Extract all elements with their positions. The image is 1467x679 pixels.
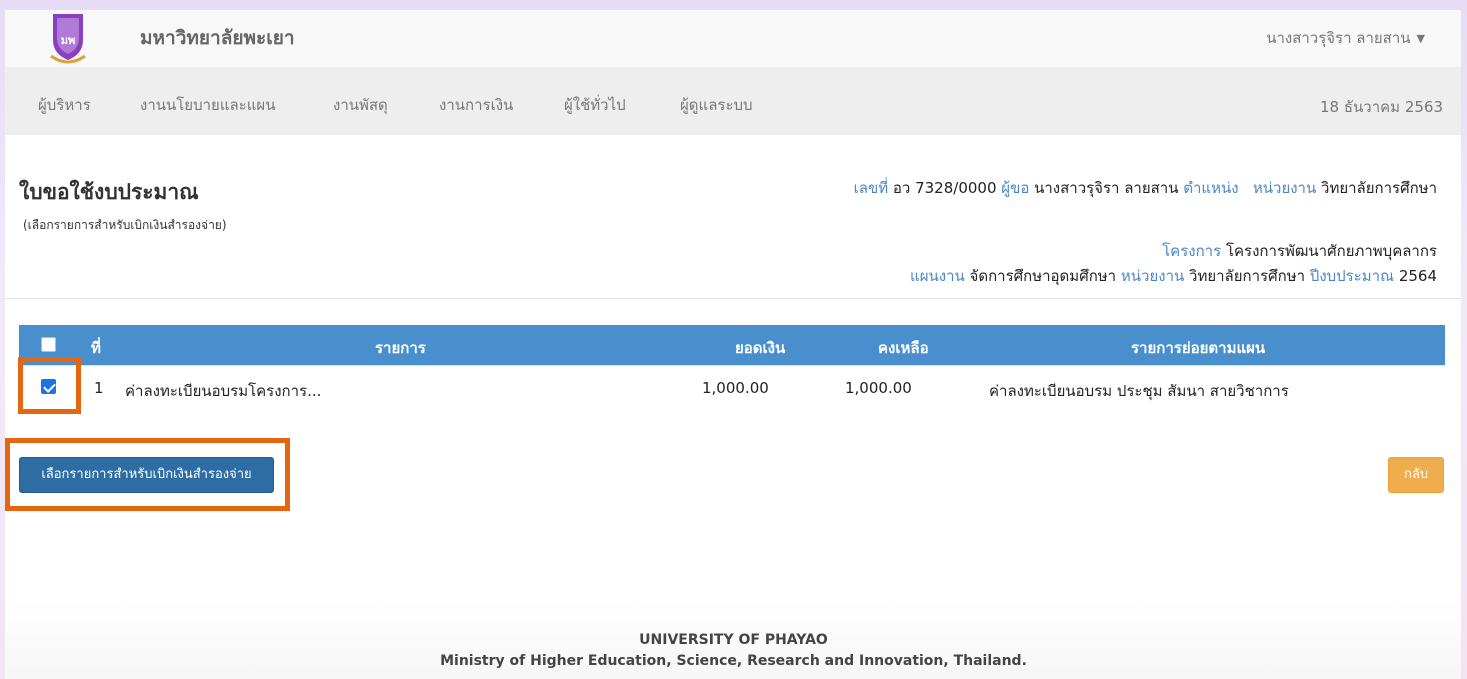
unit2-value: วิทยาลัยการศึกษา — [1189, 267, 1306, 285]
year-label: ปีงบประมาณ — [1309, 267, 1395, 285]
row-amount: 1,000.00 — [702, 379, 769, 397]
row-remaining: 1,000.00 — [845, 379, 912, 397]
year-value: 2564 — [1398, 267, 1437, 285]
nav-item-admin[interactable]: ผู้ดูแลระบบ — [680, 93, 753, 117]
header-item: รายการ — [375, 339, 426, 357]
footer-ministry: Ministry of Higher Education, Science, R… — [440, 653, 1027, 669]
page-subtitle: (เลือกรายการสำหรับเบิกเงินสำรองจ่าย) — [23, 218, 227, 232]
university-logo[interactable]: มพ — [45, 10, 91, 67]
table-row: 1 ค่าลงทะเบียนอบรมโครงการ... 1,000.00 1,… — [19, 365, 1445, 410]
select-all-checkbox[interactable] — [41, 337, 56, 352]
table-header: ที่ รายการ ยอดเงิน คงเหลือ รายการย่อยตาม… — [19, 325, 1445, 365]
svg-text:มพ: มพ — [61, 34, 76, 47]
page-frame: มพ มหาวิทยาลัยพะเยา นางสาวรุจิรา ลายสาน ▼… — [5, 10, 1461, 679]
nav-item-finance[interactable]: งานการเงิน — [439, 93, 513, 117]
user-menu[interactable]: นางสาวรุจิรา ลายสาน ▼ — [1266, 26, 1425, 50]
caret-down-icon: ▼ — [1416, 32, 1425, 45]
top-bar: มพ มหาวิทยาลัยพะเยา นางสาวรุจิรา ลายสาน ▼ — [5, 10, 1461, 67]
nav-item-policy-plan[interactable]: งานนโยบายและแผน — [140, 93, 275, 117]
row-subitem: ค่าลงทะเบียนอบรม ประชุม สัมนา สายวิชาการ — [989, 382, 1289, 400]
page-title: ใบขอใช้งบประมาณ — [19, 180, 199, 204]
meta-line-project: โครงการ โครงการพัฒนาศักยภาพบุคลากร — [1162, 239, 1437, 263]
project-value: โครงการพัฒนาศักยภาพบุคลากร — [1225, 242, 1437, 260]
button-highlight — [5, 438, 290, 511]
footer-university: UNIVERSITY OF PHAYAO — [639, 632, 828, 648]
main-navbar: ผู้บริหาร งานนโยบายและแผน งานพัสดุ งานกา… — [5, 67, 1461, 135]
back-button[interactable]: กลับ — [1388, 457, 1444, 493]
nav-item-supplies[interactable]: งานพัสดุ — [333, 93, 388, 117]
unit2-label: หน่วยงาน — [1120, 267, 1185, 285]
header-remaining: คงเหลือ — [878, 339, 929, 357]
section-divider — [5, 298, 1461, 299]
current-date: 18 ธันวาคม 2563 — [1320, 98, 1443, 116]
meta-line-document: เลขที่ อว 7328/0000 ผู้ขอ นางสาวรุจิรา ล… — [854, 176, 1437, 200]
header-amount: ยอดเงิน — [735, 339, 786, 357]
project-label: โครงการ — [1162, 242, 1222, 260]
unit-value: วิทยาลัยการศึกษา — [1321, 179, 1437, 197]
plan-value: จัดการศึกษาอุดมศึกษา — [969, 267, 1117, 285]
nav-item-executive[interactable]: ผู้บริหาร — [38, 93, 91, 117]
row-no: 1 — [94, 379, 104, 397]
requester-label: ผู้ขอ — [1001, 179, 1030, 197]
header-no: ที่ — [91, 339, 101, 357]
meta-line-plan: แผนงาน จัดการศึกษาอุดมศึกษา หน่วยงาน วิท… — [910, 264, 1437, 288]
brand-title[interactable]: มหาวิทยาลัยพะเยา — [140, 23, 295, 53]
position-label: ตำแหน่ง — [1183, 179, 1239, 197]
unit-label: หน่วยงาน — [1252, 179, 1317, 197]
user-name: นางสาวรุจิรา ลายสาน — [1266, 29, 1411, 47]
doc-no-label: เลขที่ — [853, 179, 889, 197]
checkbox-highlight — [18, 357, 81, 414]
header-subitem: รายการย่อยตามแผน — [1131, 339, 1266, 357]
plan-label: แผนงาน — [910, 267, 965, 285]
nav-item-general-user[interactable]: ผู้ใช้ทั่วไป — [564, 93, 626, 117]
row-item: ค่าลงทะเบียนอบรมโครงการ... — [125, 382, 322, 400]
requester-value: นางสาวรุจิรา ลายสาน — [1034, 179, 1179, 197]
doc-no-value: อว 7328/0000 — [892, 179, 997, 197]
